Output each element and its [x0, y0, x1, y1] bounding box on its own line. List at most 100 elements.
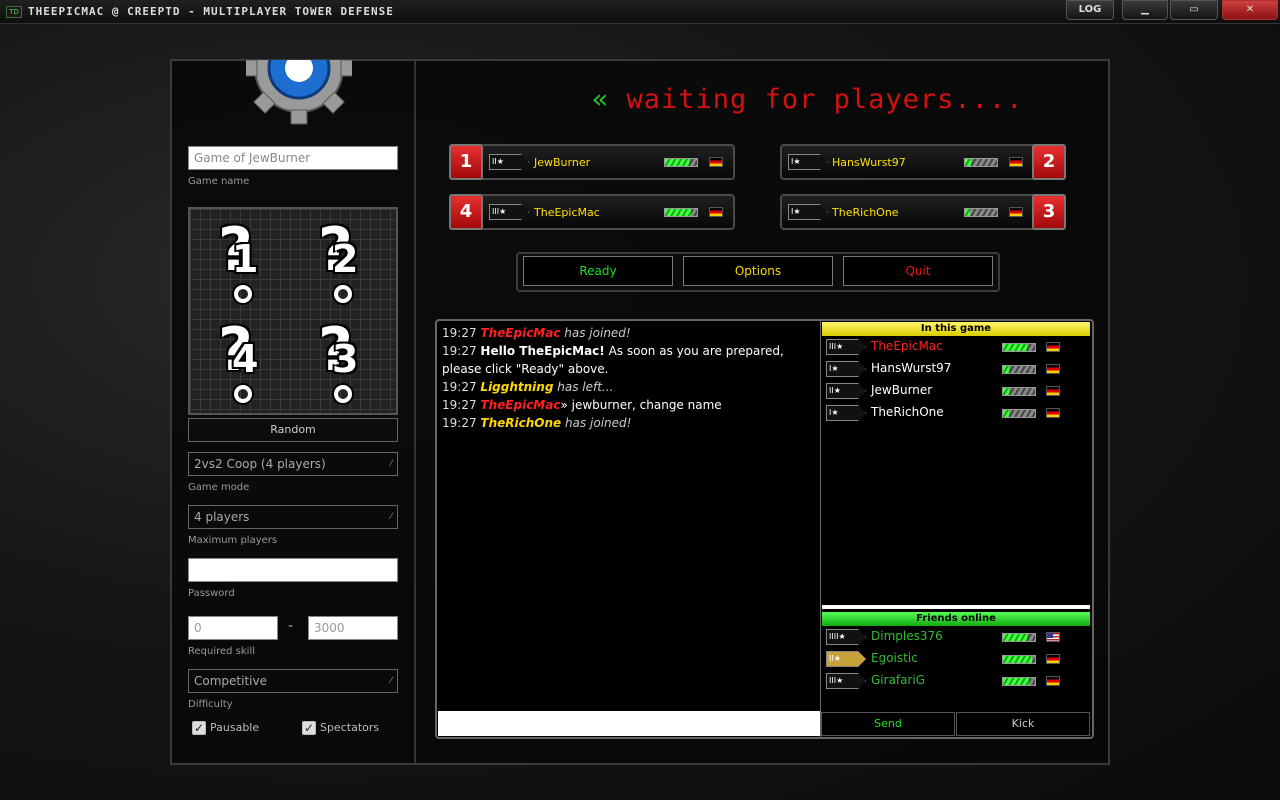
pausable-label: Pausable: [210, 721, 260, 734]
chat-author[interactable]: TheEpicMac: [480, 326, 560, 340]
skill-fill: [1003, 388, 1010, 395]
chat-line: 19:27 Hello TheEpicMac! As soon as you a…: [440, 342, 820, 378]
germany-flag-icon: [1009, 207, 1023, 217]
player-name: TheEpicMac: [534, 206, 600, 219]
game-name-input[interactable]: Game of JewBurner: [188, 146, 398, 170]
game-name-label: Game name: [188, 176, 250, 187]
map-slot-number: 4: [232, 337, 259, 381]
germany-flag-icon: [1046, 364, 1060, 374]
germany-flag-icon: [1046, 386, 1060, 396]
kick-button[interactable]: Kick: [956, 712, 1090, 736]
chat-text: jewburner, change name: [567, 398, 722, 412]
chat-author[interactable]: TheRichOne: [480, 416, 561, 430]
ready-button[interactable]: Ready: [523, 256, 673, 286]
chat-bold-text: Hello TheEpicMac!: [480, 344, 605, 358]
app-logo-icon: TD: [6, 6, 22, 18]
slot-number: 2: [1032, 144, 1066, 180]
difficulty-select[interactable]: Competitive ⁄: [188, 669, 398, 693]
skill-fill: [665, 209, 691, 216]
arrows-icon: «: [592, 84, 610, 115]
chat-line: 19:27 TheEpicMac» jewburner, change name: [440, 396, 820, 414]
skill-bar: [1002, 365, 1036, 374]
player-name: HansWurst97: [832, 156, 906, 169]
dropdown-caret-icon: ⁄: [390, 676, 392, 686]
skill-max-input[interactable]: 3000: [308, 616, 398, 640]
window-title: THEEPICMAC @ CREEPTD - MULTIPLAYER TOWER…: [28, 5, 394, 18]
skill-fill: [1003, 634, 1027, 641]
pausable-checkbox[interactable]: ✓ Pausable: [192, 721, 259, 735]
spectators-checkbox[interactable]: ✓ Spectators: [302, 721, 379, 735]
user-row[interactable]: IIII★ Dimples376: [826, 627, 1086, 647]
max-players-select[interactable]: 4 players ⁄: [188, 505, 398, 529]
slot-number: 3: [1032, 194, 1066, 230]
map-slot-3[interactable]: ? 3: [310, 315, 380, 407]
chat-author[interactable]: TheEpicMac: [480, 398, 560, 412]
game-mode-value: 2vs2 Coop (4 players): [194, 457, 326, 471]
skill-bar: [964, 158, 998, 167]
user-name: TheRichOne: [871, 405, 944, 419]
player-card-4[interactable]: 4 III★ TheEpicMac: [449, 194, 735, 230]
rank-badge-icon: III★: [826, 673, 866, 689]
friends-header: Friends online: [822, 612, 1090, 626]
usa-flag-icon: [1046, 632, 1060, 642]
slot-number: 1: [449, 144, 483, 180]
chat-input[interactable]: [438, 711, 820, 736]
gear-logo-icon: [246, 60, 352, 130]
maximize-button[interactable]: ▭: [1170, 0, 1218, 20]
game-mode-select[interactable]: 2vs2 Coop (4 players) ⁄: [188, 452, 398, 476]
dropdown-caret-icon: ⁄: [390, 459, 392, 469]
chat-separator: »: [560, 398, 568, 412]
user-row[interactable]: III★ GirafariG: [826, 671, 1086, 691]
player-card-3[interactable]: I★ TheRichOne 3: [780, 194, 1066, 230]
skill-fill: [1003, 656, 1032, 663]
map-slot-4[interactable]: ? 4: [210, 315, 280, 407]
chat-time: 19:27: [442, 326, 477, 340]
skill-bar: [964, 208, 998, 217]
options-button[interactable]: Options: [683, 256, 833, 286]
skill-min-input[interactable]: 0: [188, 616, 278, 640]
chat-line: 19:27 TheEpicMac has joined!: [440, 324, 820, 342]
user-row[interactable]: II★ Egoistic: [826, 649, 1086, 669]
user-name: JewBurner: [871, 383, 933, 397]
chat-author[interactable]: Ligghtning: [480, 380, 553, 394]
chat-divider: [820, 321, 821, 737]
skill-range-separator: -: [288, 618, 294, 634]
minimize-icon: ▁: [1141, 4, 1149, 15]
germany-flag-icon: [1046, 408, 1060, 418]
chat-time: 19:27: [442, 380, 477, 394]
rank-badge-icon: I★: [788, 154, 828, 170]
map-slot-2[interactable]: ? 2: [310, 215, 380, 307]
rank-badge-icon: III★: [489, 204, 529, 220]
random-button[interactable]: Random: [188, 418, 398, 442]
dropdown-caret-icon: ⁄: [390, 512, 392, 522]
player-card-1[interactable]: 1 II★ JewBurner: [449, 144, 735, 180]
minimize-button[interactable]: ▁: [1122, 0, 1168, 20]
skill-bar: [1002, 655, 1036, 664]
panel-divider: [414, 61, 416, 763]
log-button[interactable]: LOG: [1066, 0, 1114, 20]
user-row[interactable]: II★ JewBurner: [826, 381, 1086, 401]
password-input[interactable]: [188, 558, 398, 582]
user-name: Egoistic: [871, 651, 918, 665]
chat-text: has joined!: [561, 416, 632, 430]
spectators-label: Spectators: [320, 721, 380, 734]
skill-fill: [1003, 410, 1010, 417]
in-game-header: In this game: [822, 322, 1090, 336]
skill-bar: [1002, 387, 1036, 396]
user-row[interactable]: I★ TheRichOne: [826, 403, 1086, 423]
checkmark-icon: ✓: [192, 721, 206, 735]
map-slot-number: 3: [332, 337, 359, 381]
map-slot-1[interactable]: ? 1: [210, 215, 280, 307]
skill-bar: [664, 158, 698, 167]
chat-line: 19:27 Ligghtning has left...: [440, 378, 820, 396]
user-row[interactable]: III★ TheEpicMac: [826, 337, 1086, 357]
chat-time: 19:27: [442, 344, 477, 358]
user-row[interactable]: I★ HansWurst97: [826, 359, 1086, 379]
rank-badge-icon: II★: [826, 383, 866, 399]
list-splitter[interactable]: [822, 605, 1090, 609]
send-button[interactable]: Send: [821, 712, 955, 736]
quit-button[interactable]: Quit: [843, 256, 993, 286]
player-card-2[interactable]: I★ HansWurst97 2: [780, 144, 1066, 180]
maximize-icon: ▭: [1189, 4, 1199, 15]
close-button[interactable]: ✕: [1222, 0, 1278, 20]
